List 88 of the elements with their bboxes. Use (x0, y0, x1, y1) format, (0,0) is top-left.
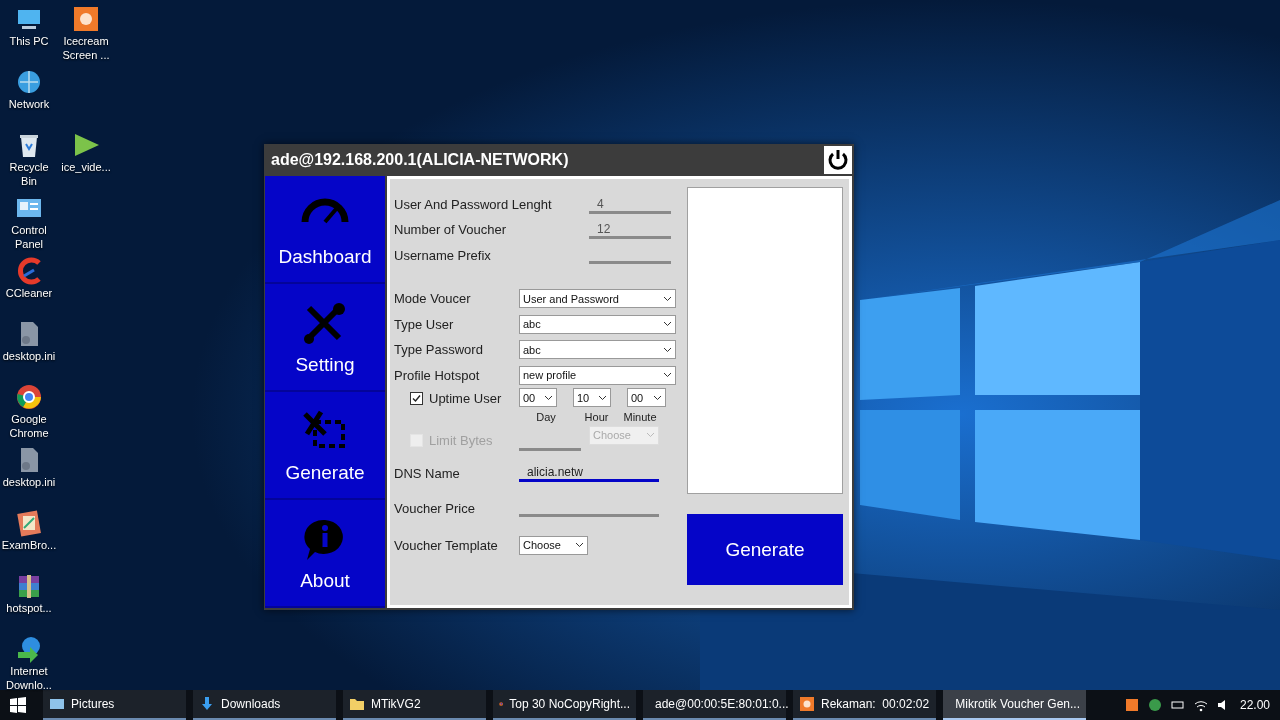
dropdown-caret-icon (646, 432, 655, 438)
dropdown-caret-icon (544, 394, 553, 401)
dropdown[interactable]: User and Password (519, 289, 676, 309)
desktop-icon-label[interactable]: Control Panel (0, 223, 58, 251)
field-label: Type Password (394, 342, 484, 358)
dropdown-caret-icon (575, 542, 584, 548)
number-field[interactable]: 4 (589, 195, 671, 214)
desktop-icon-label[interactable]: Google Chrome (0, 412, 58, 440)
generate-button[interactable]: Generate (687, 514, 843, 585)
taskbar-item[interactable]: Pictures (43, 690, 186, 720)
taskbar-item[interactable]: Top 30 NoCopyRight... (493, 690, 636, 720)
checkbox[interactable] (410, 391, 423, 405)
taskbar-label: Pictures (71, 697, 115, 711)
dropdown-caret-icon (663, 295, 672, 302)
desktop-icon-label[interactable]: desktop.ini (0, 349, 58, 363)
desktop-icon-label[interactable]: Icecream Screen ... (57, 34, 115, 62)
text-field[interactable]: alicia.netw (519, 464, 659, 482)
time-dropdown[interactable]: 00 (627, 388, 666, 407)
desktop-icon-label[interactable]: desktop.ini (0, 475, 58, 489)
checkbox-label: Limit Bytes (429, 432, 493, 448)
field-label: Profile Hotspot (394, 367, 481, 383)
unit-label: Hour (583, 411, 610, 423)
window-title: ade@192.168.200.1(ALICIA-NETWORK) (271, 151, 569, 169)
battery-icon[interactable] (1170, 698, 1185, 712)
taskbar-label: ade@00:00:5E:80:01:0... (655, 697, 789, 711)
desktop-icon[interactable] (14, 382, 44, 412)
sidebar-label: Generate (285, 462, 365, 484)
unit-label: Minute (622, 411, 658, 423)
taskbar-label: Mikrotik Voucher Gen... (955, 697, 1080, 711)
taskbar-label: Rekaman: 00:02:02 (821, 697, 930, 711)
sidebar-label: Setting (295, 354, 355, 376)
field-label: Number of Voucher (394, 222, 507, 238)
field-label: DNS Name (394, 465, 461, 481)
field-label: Voucher Price (394, 500, 476, 516)
sidebar-item[interactable]: Dashboard (265, 176, 385, 284)
sidebar-item[interactable]: Generate (265, 392, 385, 500)
number-field[interactable]: 12 (589, 220, 671, 239)
dropdown[interactable]: new profile (519, 365, 676, 385)
dropdown-caret-icon (663, 372, 672, 379)
desktop-icon-label[interactable]: hotspot... (0, 601, 58, 615)
time-dropdown[interactable]: 00 (519, 388, 557, 407)
desktop-icon-label[interactable]: ExamBro... (0, 538, 58, 552)
desktop-icon-label[interactable]: Internet Downlo... (0, 664, 58, 692)
wifi-icon[interactable] (1193, 698, 1208, 712)
desktop-icon-label[interactable]: CCleaner (0, 286, 58, 300)
field-label: Mode Voucer (394, 291, 472, 307)
taskbar-item[interactable]: ade@00:00:5E:80:01:0... (643, 690, 786, 720)
desktop-icon-label[interactable]: This PC (0, 34, 58, 48)
taskbar-label: MTikVG2 (371, 697, 421, 711)
desktop-icon-label[interactable]: Network (0, 97, 58, 111)
field-label: Voucher Template (394, 537, 499, 553)
desktop-icon[interactable] (14, 508, 44, 538)
tray-icon[interactable] (1124, 698, 1139, 712)
sidebar-item[interactable]: Setting (265, 284, 385, 392)
desktop-icon-label[interactable]: ice_vide... (57, 160, 115, 174)
app-icon (49, 696, 65, 712)
clock[interactable]: 22.00 (1239, 698, 1270, 712)
app-icon (199, 696, 215, 712)
app-icon (349, 696, 365, 712)
dropdown-caret-icon (653, 394, 662, 401)
desktop-icon[interactable] (71, 4, 101, 34)
taskbar-item[interactable]: MTikVG2 (343, 690, 486, 720)
taskbar-label: Downloads (221, 697, 281, 711)
tray-icon[interactable] (1147, 698, 1162, 712)
sidebar-label: Dashboard (278, 246, 372, 268)
dropdown[interactable]: abc (519, 314, 676, 334)
dropdown-caret-icon (663, 321, 672, 328)
unit-label: Day (535, 411, 557, 423)
taskbar-item[interactable]: Rekaman: 00:02:02 (793, 690, 936, 720)
power-icon (826, 148, 850, 172)
taskbar-item[interactable]: Mikrotik Voucher Gen... (943, 690, 1086, 720)
dropdown[interactable]: Choose (519, 535, 588, 555)
field-label: Type User (394, 316, 455, 332)
field-label: Username Prefix (394, 247, 492, 263)
dropdown-caret-icon (598, 394, 607, 401)
sidebar-label: About (300, 570, 350, 592)
dropdown-caret-icon (663, 346, 672, 353)
sidebar-item[interactable]: About (265, 500, 385, 608)
windows-icon (10, 697, 26, 713)
power-button[interactable] (824, 146, 852, 174)
taskbar-label: Top 30 NoCopyRight... (509, 697, 630, 711)
taskbar-item[interactable]: Downloads (193, 690, 336, 720)
field-label: User And Password Lenght (394, 197, 553, 212)
time-dropdown[interactable]: 10 (573, 388, 611, 407)
dropdown[interactable]: abc (519, 340, 676, 360)
desktop-icon-label[interactable]: Recycle Bin (0, 160, 58, 188)
app-icon (799, 696, 815, 712)
checkbox-label: Uptime User (429, 390, 502, 406)
